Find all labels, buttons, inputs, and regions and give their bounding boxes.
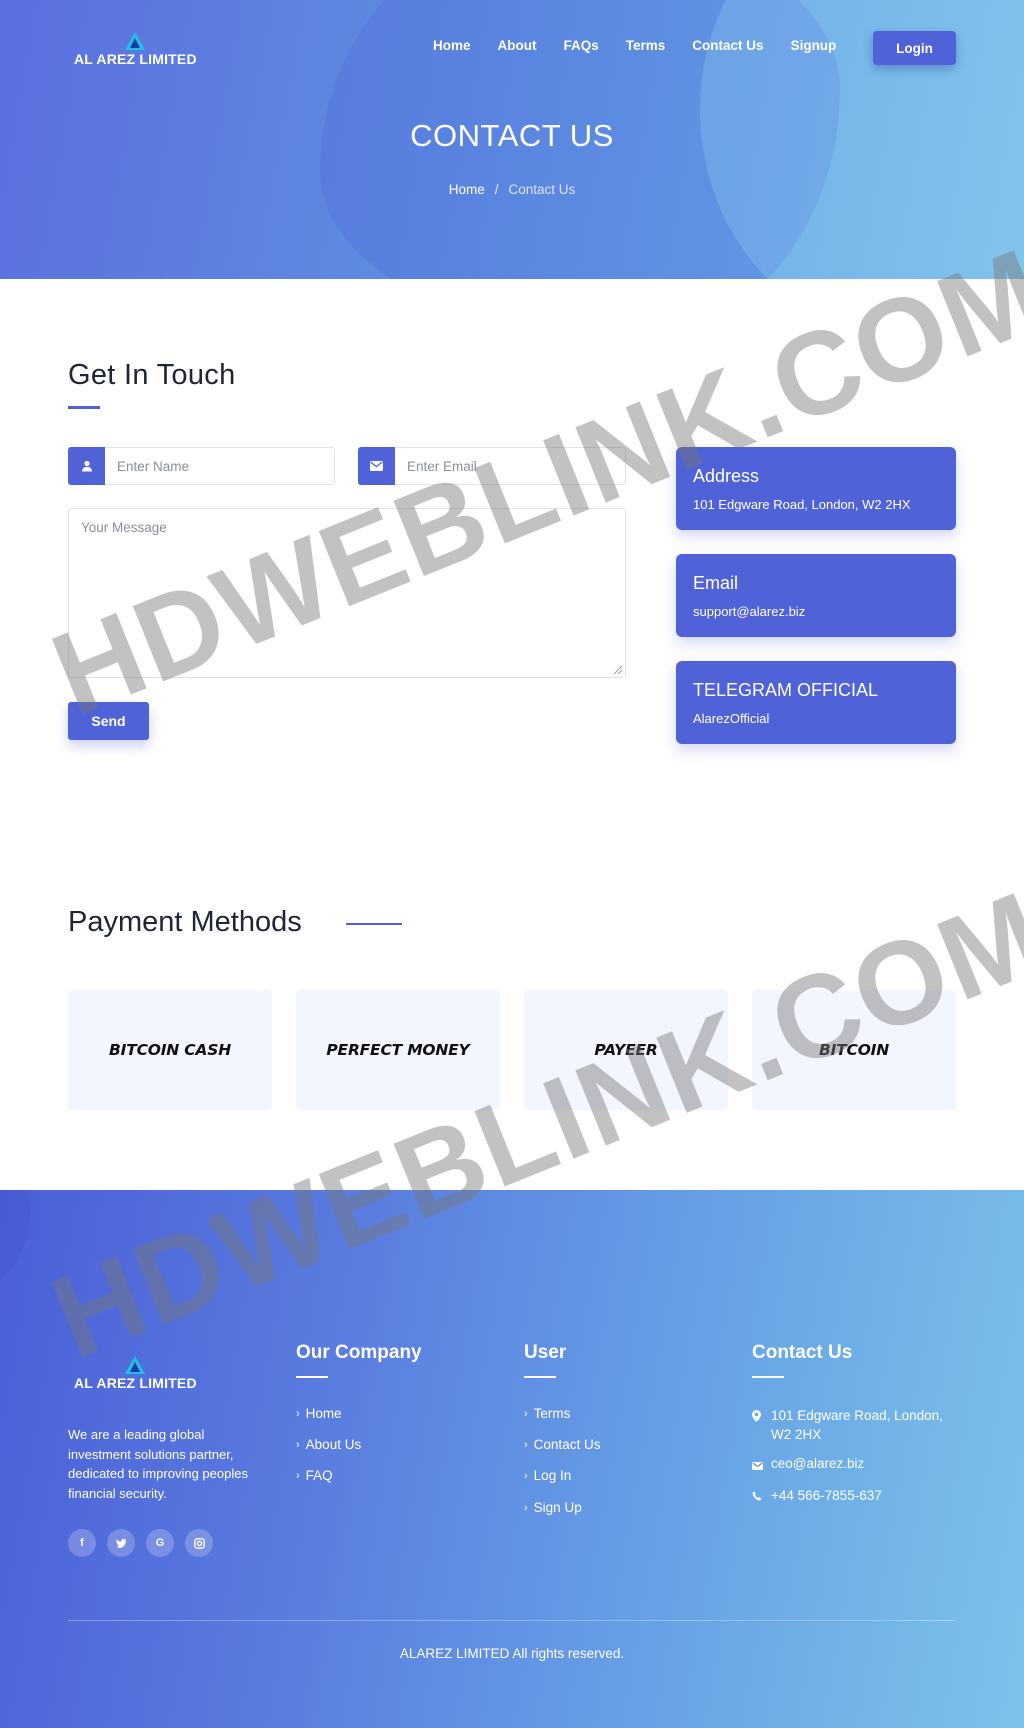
logo-text: AL AREZ LIMITED xyxy=(74,51,197,67)
site-footer: AL AREZ LIMITED We are a leading global … xyxy=(0,1190,1024,1728)
nav-contact-us[interactable]: Contact Us xyxy=(692,38,763,53)
chevron-right-icon: › xyxy=(524,1407,528,1420)
footer-link-contact-us[interactable]: › Contact Us xyxy=(524,1437,600,1452)
footer-link-label: Terms xyxy=(533,1406,571,1421)
nav-home[interactable]: Home xyxy=(433,38,471,53)
nav-faqs[interactable]: FAQs xyxy=(564,38,599,53)
name-placeholder: Enter Name xyxy=(117,459,190,474)
email-placeholder: Enter Email xyxy=(407,459,477,474)
footer-link-label: Home xyxy=(305,1406,342,1421)
twitter-icon[interactable] xyxy=(107,1529,135,1557)
footer-link-terms[interactable]: › Terms xyxy=(524,1406,570,1421)
page-title: CONTACT US xyxy=(410,118,614,153)
login-button[interactable]: Login xyxy=(873,31,956,65)
envelope-icon xyxy=(752,1456,763,1475)
location-pin-icon xyxy=(752,1408,761,1427)
social-links: f G xyxy=(68,1529,224,1557)
user-heading-underline xyxy=(524,1376,556,1378)
copyright-text: ALAREZ LIMITED All rights reserved. xyxy=(399,1646,625,1661)
breadcrumb-separator: / xyxy=(494,182,499,197)
user-heading: User xyxy=(524,1342,567,1363)
address-card-value: 101 Edgware Road, London, W2 2HX xyxy=(693,497,911,512)
email-field[interactable]: Enter Email xyxy=(358,447,626,485)
footer-link-label: Contact Us xyxy=(533,1437,601,1452)
footer-link-label: Log In xyxy=(533,1468,572,1483)
chevron-right-icon: › xyxy=(524,1469,528,1482)
footer-link-label: FAQ xyxy=(305,1468,333,1483)
footer-link-home[interactable]: › Home xyxy=(296,1406,342,1421)
site-logo[interactable]: AL AREZ LIMITED xyxy=(74,32,197,67)
footer-logo-text: AL AREZ LIMITED xyxy=(74,1375,197,1391)
instagram-icon[interactable] xyxy=(185,1529,213,1557)
send-button[interactable]: Send xyxy=(68,702,149,740)
footer-about-text: We are a leading global investment solut… xyxy=(68,1427,248,1501)
address-card-title: Address xyxy=(693,466,760,486)
footer-link-log-in[interactable]: › Log In xyxy=(524,1468,571,1483)
nav-signup[interactable]: Signup xyxy=(791,38,837,53)
chevron-right-icon: › xyxy=(524,1438,528,1451)
hero-banner: AL AREZ LIMITED Home About FAQs Terms Co… xyxy=(0,0,1024,279)
google-icon[interactable]: G xyxy=(146,1529,174,1557)
facebook-icon[interactable]: f xyxy=(68,1529,96,1557)
company-heading-underline xyxy=(296,1376,328,1378)
breadcrumb-current: Contact Us xyxy=(508,182,576,197)
footer-contact-heading: Contact Us xyxy=(752,1342,853,1363)
payment-card-payeer: PAYEER xyxy=(524,990,728,1110)
telegram-card-value[interactable]: AlarezOfficial xyxy=(693,711,769,726)
footer-address-line2: W2 2HX xyxy=(771,1427,822,1442)
footer-address: 101 Edgware Road, London, W2 2HX xyxy=(752,1406,943,1444)
chevron-right-icon: › xyxy=(524,1501,528,1514)
breadcrumb: Home / Contact Us xyxy=(0,182,1024,197)
footer-link-label: Sign Up xyxy=(533,1500,582,1515)
address-card: Address 101 Edgware Road, London, W2 2HX xyxy=(676,447,956,530)
footer-divider xyxy=(68,1620,956,1621)
footer-email[interactable]: ceo@alarez.biz xyxy=(752,1454,865,1473)
footer-link-faq[interactable]: › FAQ xyxy=(296,1468,333,1483)
footer-decor-shape xyxy=(0,1190,30,1290)
payment-methods-heading: Payment Methods xyxy=(68,906,302,938)
email-card: Email support@alarez.biz xyxy=(676,554,956,637)
payment-logo-bitcoin: BITCOIN xyxy=(818,1041,890,1059)
payment-heading-line xyxy=(346,923,402,925)
get-in-touch-heading: Get In Touch xyxy=(68,359,236,391)
email-card-value[interactable]: support@alarez.biz xyxy=(693,604,805,619)
chevron-right-icon: › xyxy=(296,1407,300,1420)
footer-phone-text: +44 566-7855-637 xyxy=(771,1488,882,1503)
telegram-card-title: TELEGRAM OFFICIAL xyxy=(693,680,879,700)
message-textarea[interactable]: Your Message xyxy=(68,508,626,678)
company-heading: Our Company xyxy=(296,1342,422,1363)
email-card-title: Email xyxy=(693,573,739,593)
chevron-right-icon: › xyxy=(296,1438,300,1451)
footer-address-line1: 101 Edgware Road, London, xyxy=(771,1408,943,1423)
payment-card-perfect-money: PERFECT MONEY xyxy=(296,990,500,1110)
nav-terms[interactable]: Terms xyxy=(626,38,666,53)
telegram-card: TELEGRAM OFFICIAL AlarezOfficial xyxy=(676,661,956,744)
chevron-right-icon: › xyxy=(296,1469,300,1482)
user-icon xyxy=(68,447,105,485)
message-placeholder: Your Message xyxy=(81,520,167,535)
phone-icon xyxy=(752,1488,763,1507)
payment-logo-payeer: PAYEER xyxy=(594,1041,658,1059)
triangle-logo-icon xyxy=(125,32,146,50)
payment-card-bitcoin: BITCOIN xyxy=(752,990,956,1110)
heading-underline xyxy=(68,406,100,409)
footer-phone[interactable]: +44 566-7855-637 xyxy=(752,1486,882,1505)
triangle-logo-icon xyxy=(125,1356,146,1374)
name-field[interactable]: Enter Name xyxy=(68,447,335,485)
footer-email-text: ceo@alarez.biz xyxy=(771,1456,865,1471)
payment-logo-bitcoin-cash: BITCOIN CASH xyxy=(109,1041,231,1059)
footer-link-about-us[interactable]: › About Us xyxy=(296,1437,361,1452)
envelope-icon xyxy=(358,447,395,485)
resize-handle-icon[interactable] xyxy=(614,666,622,674)
footer-link-label: About Us xyxy=(305,1437,362,1452)
footer-link-sign-up[interactable]: › Sign Up xyxy=(524,1500,582,1515)
nav-about[interactable]: About xyxy=(498,38,537,53)
footer-logo[interactable]: AL AREZ LIMITED xyxy=(74,1356,197,1391)
payment-card-bitcoin-cash: BITCOIN CASH xyxy=(68,990,272,1110)
payment-logo-perfect-money: PERFECT MONEY xyxy=(326,1041,470,1059)
main-nav: Home About FAQs Terms Contact Us Signup xyxy=(433,38,863,53)
breadcrumb-home[interactable]: Home xyxy=(449,182,485,197)
footer-contact-heading-underline xyxy=(752,1376,784,1378)
